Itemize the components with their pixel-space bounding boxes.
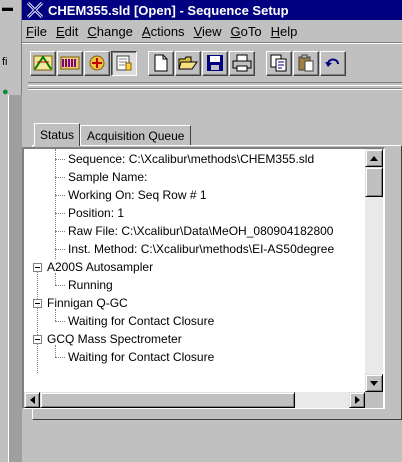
tree-item-label: Running bbox=[68, 278, 113, 292]
tree-item-label: Position: 1 bbox=[68, 206, 125, 220]
undo-button[interactable] bbox=[320, 50, 346, 76]
tree-item-label: Inst. Method: C:\Xcalibur\methods\EI-AS5… bbox=[68, 242, 335, 256]
scroll-right-button[interactable] bbox=[349, 392, 365, 408]
tune-icon bbox=[89, 55, 105, 71]
new-document-button[interactable] bbox=[148, 50, 174, 76]
collapse-autosampler-button[interactable] bbox=[33, 263, 42, 272]
desktop-text-fragment: fi bbox=[2, 56, 8, 68]
tree-item-label: Waiting for Contact Closure bbox=[68, 350, 215, 364]
desktop-background: ▬ fi ● bbox=[0, 0, 22, 462]
tree-connector bbox=[55, 159, 65, 160]
tree-connector bbox=[55, 231, 65, 232]
instrument-status-button[interactable] bbox=[57, 50, 83, 76]
xcalibur-app-icon bbox=[26, 1, 44, 19]
vertical-scrollbar[interactable] bbox=[365, 149, 383, 392]
status-tree: Sequence: C:\Xcalibur\methods\CHEM355.sl… bbox=[24, 149, 365, 392]
scroll-left-button[interactable] bbox=[24, 392, 40, 408]
sequence-grid-button[interactable] bbox=[30, 50, 56, 76]
scroll-up-button[interactable] bbox=[365, 149, 383, 167]
window-title: CHEM355.sld [Open] - Sequence Setup bbox=[48, 2, 289, 18]
tab-acquisition-queue[interactable]: Acquisition Queue bbox=[80, 125, 192, 145]
info-panel-icon bbox=[116, 55, 132, 71]
tree-connector bbox=[55, 285, 65, 286]
tree-connector bbox=[55, 357, 65, 358]
toolbar-separator-2 bbox=[28, 88, 402, 90]
tree-connector bbox=[37, 267, 38, 373]
horizontal-scroll-thumb[interactable] bbox=[40, 392, 295, 408]
tab-status[interactable]: Status bbox=[34, 123, 81, 146]
printer-icon bbox=[232, 54, 252, 72]
menu-file[interactable]: File bbox=[22, 24, 52, 39]
menu-goto[interactable]: GoTo bbox=[227, 24, 267, 39]
menu-view[interactable]: View bbox=[190, 24, 227, 39]
save-disk-icon bbox=[207, 55, 223, 71]
arrow-up-icon bbox=[370, 155, 378, 161]
open-folder-icon bbox=[178, 56, 198, 70]
open-folder-button[interactable] bbox=[175, 50, 201, 76]
vertical-scroll-thumb[interactable] bbox=[365, 167, 383, 197]
sequence-grid-icon bbox=[33, 55, 53, 71]
tree-connector bbox=[55, 249, 65, 250]
copy-button[interactable] bbox=[266, 50, 292, 76]
scrollbar-corner bbox=[365, 392, 383, 408]
arrow-left-icon bbox=[29, 396, 35, 404]
tree-item-label: Raw File: C:\Xcalibur\Data\MeOH_08090418… bbox=[68, 224, 334, 238]
new-document-icon bbox=[154, 54, 168, 72]
tree-connector bbox=[55, 149, 56, 259]
title-bar[interactable]: CHEM355.sld [Open] - Sequence Setup bbox=[22, 0, 402, 20]
collapse-gc-button[interactable] bbox=[33, 299, 42, 308]
tree-connector bbox=[55, 321, 65, 322]
save-button[interactable] bbox=[202, 50, 228, 76]
collapse-ms-button[interactable] bbox=[33, 335, 42, 344]
desktop-icon-fragment: ▬ bbox=[2, 2, 13, 14]
paste-icon bbox=[298, 54, 314, 72]
menu-actions[interactable]: Actions bbox=[138, 24, 190, 39]
menu-file-rest: ile bbox=[33, 23, 47, 39]
horizontal-scrollbar[interactable] bbox=[24, 392, 365, 408]
paste-button[interactable] bbox=[293, 50, 319, 76]
tree-connector bbox=[55, 177, 65, 178]
menu-change[interactable]: Change bbox=[83, 24, 138, 39]
status-tree-view[interactable]: Sequence: C:\Xcalibur\methods\CHEM355.sl… bbox=[22, 147, 385, 409]
tree-item-label: A200S Autosampler bbox=[47, 260, 154, 274]
scroll-down-button[interactable] bbox=[365, 374, 383, 392]
arrow-right-icon bbox=[354, 396, 360, 404]
menu-edit[interactable]: Edit bbox=[52, 24, 83, 39]
tree-connector bbox=[55, 213, 65, 214]
background-window-edge bbox=[8, 95, 22, 462]
copy-icon bbox=[270, 54, 287, 72]
menu-separator bbox=[22, 42, 402, 44]
tune-button[interactable] bbox=[84, 50, 110, 76]
tab-strip: Status Acquisition Queue bbox=[34, 123, 192, 146]
tree-item-label: GCQ Mass Spectrometer bbox=[47, 332, 182, 346]
undo-icon bbox=[325, 58, 339, 67]
menu-help[interactable]: Help bbox=[267, 24, 303, 39]
toolbar-separator bbox=[28, 82, 402, 86]
info-panel-button[interactable] bbox=[111, 50, 137, 76]
tree-item-label: Working On: Seq Row # 1 bbox=[68, 188, 207, 202]
tree-connector bbox=[55, 195, 65, 196]
tree-item-label: Waiting for Contact Closure bbox=[68, 314, 215, 328]
arrow-down-icon bbox=[370, 380, 378, 386]
print-button[interactable] bbox=[229, 50, 255, 76]
instrument-status-icon bbox=[60, 56, 80, 70]
menu-bar: File Edit Change Actions View GoTo Help bbox=[22, 20, 402, 42]
toolbar bbox=[22, 48, 402, 78]
tree-item-label: Sequence: C:\Xcalibur\methods\CHEM355.sl… bbox=[68, 152, 315, 166]
tree-item-label: Finnigan Q-GC bbox=[47, 296, 128, 310]
tree-item-label: Sample Name: bbox=[68, 170, 148, 184]
